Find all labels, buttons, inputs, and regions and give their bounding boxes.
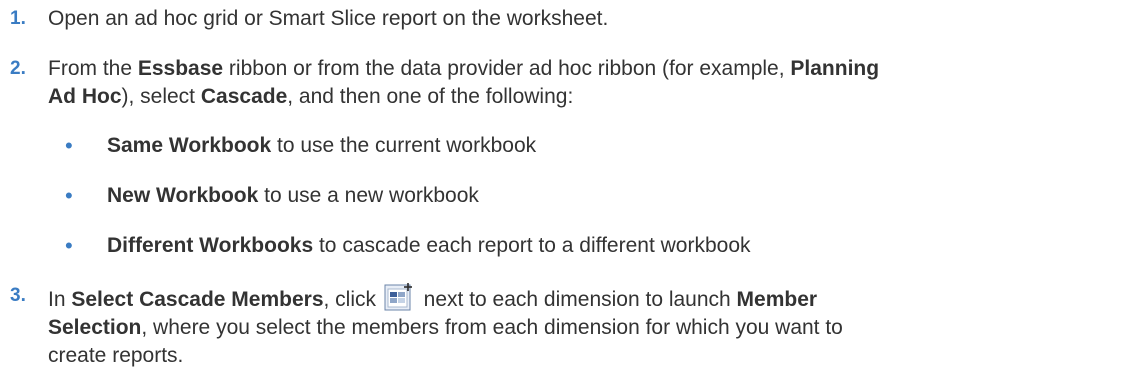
step-1: 1. Open an ad hoc grid or Smart Slice re…	[0, 5, 1100, 33]
ad-hoc-term: Ad Hoc	[48, 85, 122, 108]
bullet: •	[65, 233, 73, 258]
option-text: Different Workbooks to cascade each repo…	[107, 232, 1100, 260]
option-same-workbook: • Same Workbook to use the current workb…	[0, 132, 1100, 160]
option-description: to use the current workbook	[271, 134, 537, 157]
option-label: New Workbook	[107, 184, 259, 207]
select-cascade-members-term: Select Cascade Members	[71, 288, 324, 311]
text-segment: In	[48, 288, 72, 311]
cascade-term: Cascade	[200, 85, 288, 108]
planning-term: Planning	[790, 57, 880, 80]
bullet: •	[65, 133, 73, 158]
option-label: Different Workbooks	[107, 234, 314, 257]
option-text: Same Workbook to use the current workboo…	[107, 132, 1100, 160]
step-number: 3.	[10, 285, 26, 306]
step-3: 3. In Select Cascade Members, click next…	[0, 282, 1100, 370]
step-2: 2. From the Essbase ribbon or from the d…	[0, 55, 1100, 111]
essbase-ribbon-term: Essbase	[137, 57, 224, 80]
option-label: Same Workbook	[107, 134, 272, 157]
step-text: From the Essbase ribbon or from the data…	[48, 55, 1100, 111]
text-segment: , and then one of the following:	[287, 85, 574, 108]
step-number: 2.	[10, 58, 26, 79]
step-text: Open an ad hoc grid or Smart Slice repor…	[48, 5, 1100, 33]
member-selection-icon	[384, 282, 414, 312]
text-segment: ), select	[121, 85, 201, 108]
text-segment: , click	[323, 288, 382, 311]
bullet: •	[65, 183, 73, 208]
text-segment: ribbon or from the data provider ad hoc …	[223, 57, 791, 80]
text-segment: create reports.	[48, 344, 184, 367]
text-segment: From the	[48, 57, 138, 80]
text-segment: , where you select the members from each…	[141, 316, 843, 339]
step-1-text: Open an ad hoc grid or Smart Slice repor…	[48, 7, 609, 30]
text-segment: next to each dimension to launch	[417, 288, 737, 311]
option-description: to use a new workbook	[258, 184, 479, 207]
procedure-steps: 1. Open an ad hoc grid or Smart Slice re…	[0, 0, 1127, 387]
option-description: to cascade each report to a different wo…	[313, 234, 751, 257]
option-new-workbook: • New Workbook to use a new workbook	[0, 182, 1100, 210]
option-text: New Workbook to use a new workbook	[107, 182, 1100, 210]
option-different-workbooks: • Different Workbooks to cascade each re…	[0, 232, 1100, 260]
member-term: Member	[736, 288, 818, 311]
step-number: 1.	[10, 8, 26, 29]
selection-term: Selection	[48, 316, 142, 339]
step-text: In Select Cascade Members, click next to…	[48, 282, 1100, 370]
